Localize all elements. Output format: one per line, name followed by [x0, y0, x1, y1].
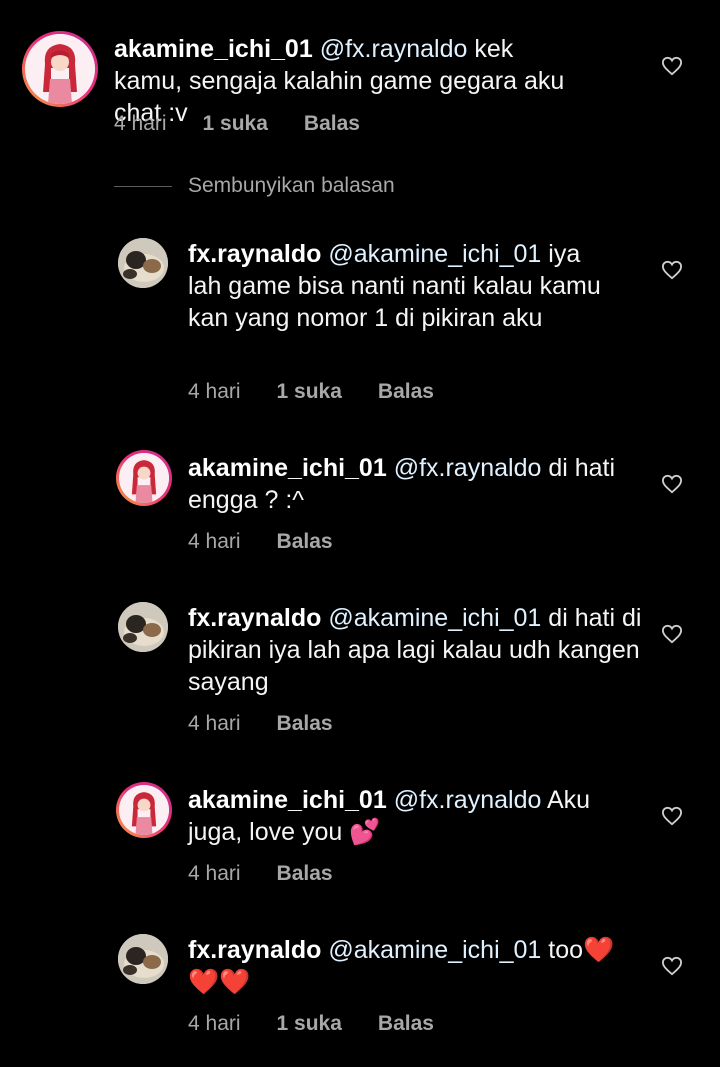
comment-text: fx.raynaldo @akamine_ichi_01 di hati di … [188, 602, 643, 698]
divider [114, 185, 172, 187]
timestamp: 4 hari [188, 862, 241, 885]
hide-replies-label: Sembunyikan balasan [188, 174, 395, 197]
comment-meta: 4 hari 1 suka Balas [114, 112, 360, 136]
avatar[interactable] [118, 934, 168, 984]
mention-link[interactable]: @akamine_ichi_01 [328, 604, 541, 632]
avatar[interactable] [118, 602, 168, 652]
reply-button[interactable]: Balas [378, 1012, 434, 1036]
comment-text: fx.raynaldo @akamine_ichi_01 too❤️❤️❤️ [188, 934, 643, 998]
comment-text: akamine_ichi_01 @fx.raynaldo di hati eng… [188, 452, 638, 516]
dog-avatar-icon [118, 238, 168, 288]
username[interactable]: fx.raynaldo [188, 936, 321, 964]
username[interactable]: fx.raynaldo [188, 604, 321, 632]
reply-button[interactable]: Balas [378, 380, 434, 404]
avatar[interactable] [22, 31, 98, 107]
heart-icon[interactable] [661, 956, 683, 976]
comment-body: too [541, 936, 584, 964]
timestamp: 4 hari [188, 712, 241, 735]
reply-button[interactable]: Balas [304, 112, 360, 136]
timestamp: 4 hari [188, 380, 241, 403]
heart-icon[interactable] [661, 56, 683, 76]
two-hearts-emoji: 💕 [349, 818, 381, 846]
hide-replies-button[interactable]: Sembunyikan balasan [114, 174, 395, 198]
timestamp: 4 hari [188, 530, 241, 553]
timestamp: 4 hari [188, 1012, 241, 1035]
avatar[interactable] [116, 450, 172, 506]
username[interactable]: akamine_ichi_01 [114, 35, 313, 63]
heart-icon[interactable] [661, 260, 683, 280]
mention-link[interactable]: @akamine_ichi_01 [328, 936, 541, 964]
heart-icon[interactable] [661, 624, 683, 644]
like-count[interactable]: 1 suka [277, 380, 342, 404]
comment-meta: 4 hari Balas [188, 862, 333, 886]
anime-girl-avatar-icon [25, 34, 95, 104]
heart-icon[interactable] [661, 806, 683, 826]
username[interactable]: fx.raynaldo [188, 240, 321, 268]
comment-meta: 4 hari 1 suka Balas [188, 380, 434, 404]
username[interactable]: akamine_ichi_01 [188, 454, 387, 482]
anime-girl-avatar-icon [119, 785, 169, 835]
mention-link[interactable]: @fx.raynaldo [394, 454, 542, 482]
comment-meta: 4 hari 1 suka Balas [188, 1012, 434, 1036]
comment-text: fx.raynaldo @akamine_ichi_01 iya lah gam… [188, 238, 618, 334]
avatar[interactable] [116, 782, 172, 838]
dog-avatar-icon [118, 602, 168, 652]
comment-text: akamine_ichi_01 @fx.raynaldo Aku juga, l… [188, 784, 628, 848]
timestamp: 4 hari [114, 112, 167, 135]
reply-button[interactable]: Balas [277, 862, 333, 886]
username[interactable]: akamine_ichi_01 [188, 786, 387, 814]
mention-link[interactable]: @akamine_ichi_01 [328, 240, 541, 268]
anime-girl-avatar-icon [119, 453, 169, 503]
dog-avatar-icon [118, 934, 168, 984]
avatar[interactable] [118, 238, 168, 288]
like-count[interactable]: 1 suka [277, 1012, 342, 1036]
reply-button[interactable]: Balas [277, 712, 333, 736]
mention-link[interactable]: @fx.raynaldo [394, 786, 542, 814]
mention-link[interactable]: @fx.raynaldo [320, 35, 468, 63]
reply-button[interactable]: Balas [277, 530, 333, 554]
comment-meta: 4 hari Balas [188, 530, 333, 554]
like-count[interactable]: 1 suka [203, 112, 268, 136]
heart-icon[interactable] [661, 474, 683, 494]
comment-meta: 4 hari Balas [188, 712, 333, 736]
